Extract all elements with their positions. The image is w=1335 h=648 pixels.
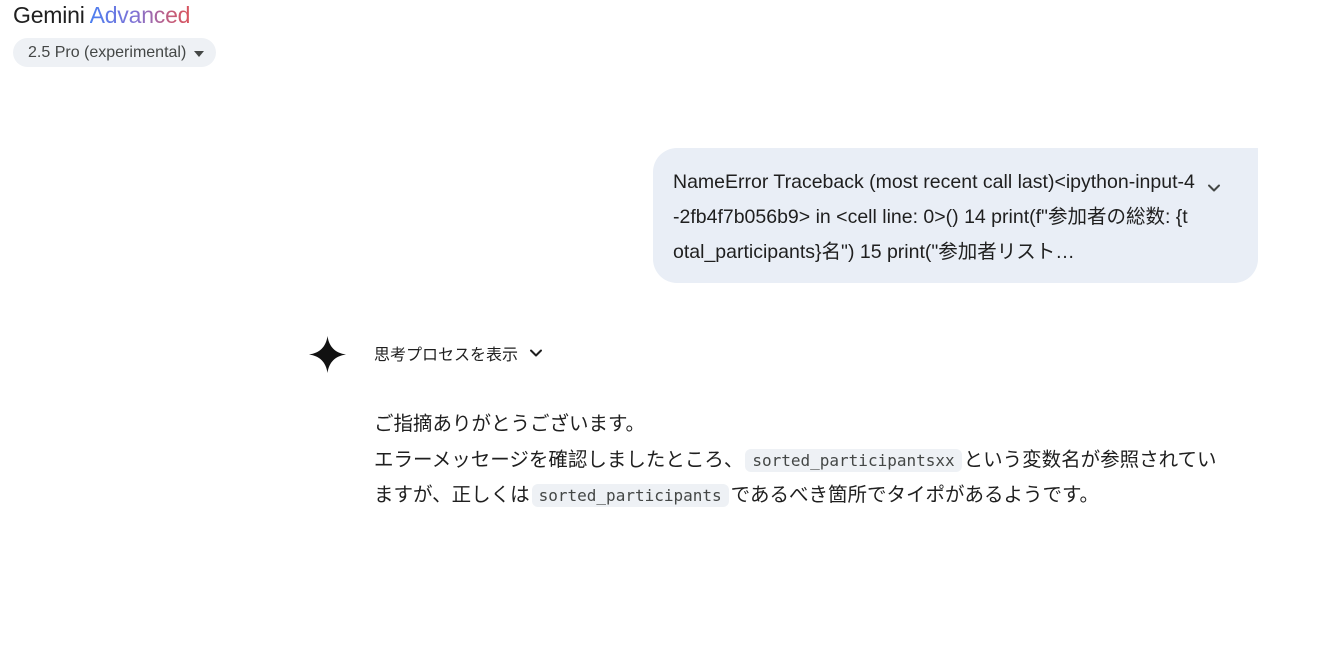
model-response: ご指摘ありがとうございます。 エラーメッセージを確認しましたところ、 sorted… bbox=[374, 407, 1274, 514]
show-thinking-toggle[interactable]: 思考プロセスを表示 bbox=[374, 340, 544, 366]
app-title: Gemini Advanced bbox=[13, 1, 190, 29]
response-text: エラーメッセージを確認しましたところ、 bbox=[374, 448, 744, 471]
response-line: ますが、正しくは sorted_participants であるべき箇所でタイポがあ… bbox=[374, 478, 1274, 514]
brand-tier: Advanced bbox=[89, 2, 191, 28]
inline-code: sorted_participants bbox=[531, 484, 729, 507]
user-message-text: NameError Traceback (most recent call la… bbox=[673, 171, 1195, 263]
chevron-down-icon bbox=[1208, 184, 1220, 192]
expand-message-button[interactable] bbox=[1202, 176, 1226, 200]
gemini-spark-icon bbox=[309, 336, 346, 373]
response-text: であるべき箇所でタイポがあるようです。 bbox=[730, 484, 1100, 506]
user-message-bubble: NameError Traceback (most recent call la… bbox=[653, 148, 1258, 283]
dropdown-caret-icon bbox=[194, 50, 205, 57]
show-thinking-label: 思考プロセスを表示 bbox=[374, 347, 519, 364]
brand-name: Gemini bbox=[13, 2, 85, 28]
response-text: ご指摘ありがとうございます。 bbox=[374, 413, 646, 435]
model-selector-label: 2.5 Pro (experimental) bbox=[28, 43, 187, 61]
model-selector-button[interactable]: 2.5 Pro (experimental) bbox=[13, 38, 217, 67]
response-line: ご指摘ありがとうございます。 bbox=[374, 407, 1274, 443]
response-text: ますが、正しくは bbox=[374, 484, 530, 506]
chevron-down-icon bbox=[530, 349, 543, 357]
response-line: エラーメッセージを確認しましたところ、 sorted_participantsxx… bbox=[374, 443, 1274, 479]
inline-code: sorted_participantsxx bbox=[745, 448, 962, 472]
response-text: という変数名が参照されてい bbox=[963, 448, 1217, 471]
gemini-chat-window: Gemini Advanced 2.5 Pro (experimental) N… bbox=[0, 0, 1335, 648]
